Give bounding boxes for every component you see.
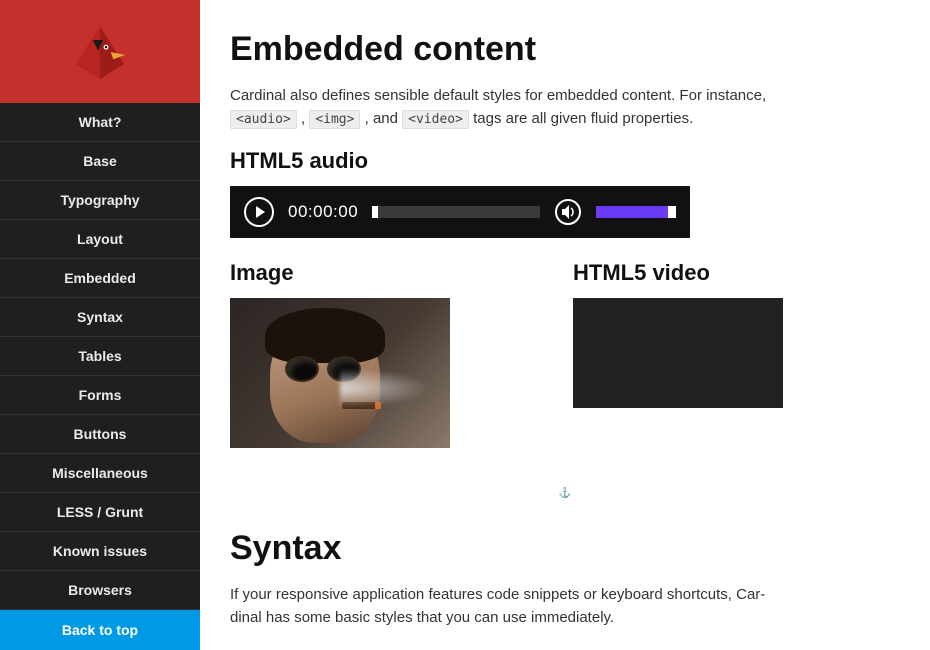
logo [0, 0, 200, 103]
nav-syntax[interactable]: Syntax [0, 298, 200, 337]
nav-base[interactable]: Base [0, 142, 200, 181]
syntax-intro: If your responsive application features … [230, 584, 790, 629]
sample-video[interactable] [573, 298, 783, 408]
embedded-heading: Embedded content [230, 30, 900, 69]
syntax-heading: Syntax [230, 529, 900, 568]
nav-buttons[interactable]: Buttons [0, 415, 200, 454]
audio-heading: HTML5 audio [230, 148, 900, 174]
nav-browsers[interactable]: Browsers [0, 571, 200, 610]
nav: What? Base Typography Layout Embedded Sy… [0, 103, 200, 610]
code-video: <video> [402, 110, 469, 129]
nav-typography[interactable]: Typography [0, 181, 200, 220]
nav-forms[interactable]: Forms [0, 376, 200, 415]
sample-image [230, 298, 450, 448]
volume-icon[interactable] [554, 198, 582, 226]
nav-miscellaneous[interactable]: Miscellaneous [0, 454, 200, 493]
nav-embedded[interactable]: Embedded [0, 259, 200, 298]
embedded-intro: Cardinal also defines sensible default s… [230, 85, 790, 130]
audio-player[interactable]: 00:00:00 [230, 186, 690, 238]
volume-bar[interactable] [596, 206, 676, 218]
sidebar: What? Base Typography Layout Embedded Sy… [0, 0, 200, 650]
cardinal-logo-icon [70, 22, 130, 82]
play-icon[interactable] [244, 197, 274, 227]
video-heading: HTML5 video [573, 260, 900, 286]
code-img: <img> [309, 110, 360, 129]
audio-time: 00:00:00 [288, 202, 358, 222]
intro-text: Cardinal also defines sensible default s… [230, 87, 766, 104]
code-audio: <audio> [230, 110, 297, 129]
back-to-top-button[interactable]: Back to top [0, 610, 200, 650]
nav-tables[interactable]: Tables [0, 337, 200, 376]
main-content: Embedded content Cardinal also defines s… [200, 0, 930, 650]
nav-known-issues[interactable]: Known issues [0, 532, 200, 571]
nav-layout[interactable]: Layout [0, 220, 200, 259]
seek-bar[interactable] [372, 206, 540, 218]
nav-less-grunt[interactable]: LESS / Grunt [0, 493, 200, 532]
section-anchor-icon[interactable]: ⚓ [230, 488, 900, 499]
nav-what[interactable]: What? [0, 103, 200, 142]
image-heading: Image [230, 260, 557, 286]
